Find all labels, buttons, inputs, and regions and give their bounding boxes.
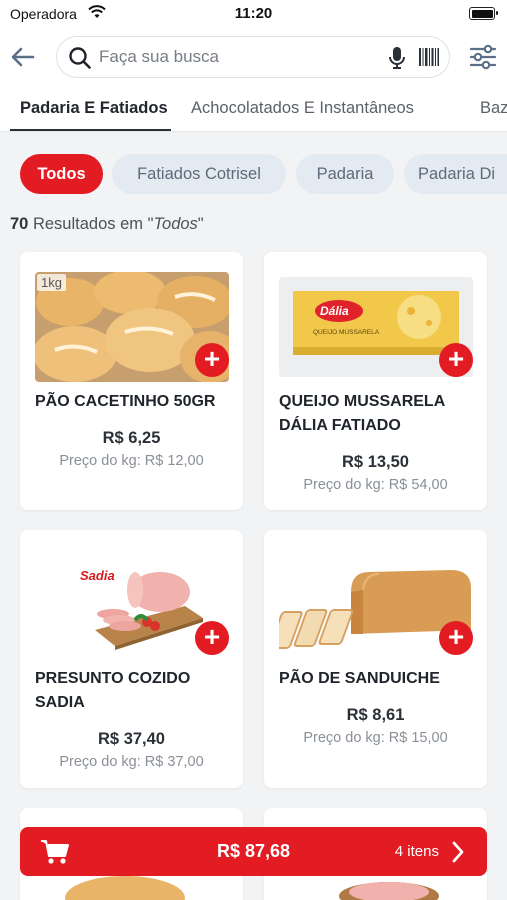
status-bar: Operadora 11:20 <box>0 0 507 28</box>
chip-fatiados-cotrisel[interactable]: Fatiados Cotrisel <box>112 154 286 194</box>
add-to-cart-button[interactable]: + <box>195 343 229 377</box>
product-name: PÃO CACETINHO 50GR <box>35 393 216 410</box>
product-kg-price: Preço do kg: R$ 54,00 <box>303 477 448 493</box>
product-price: R$ 13,50 <box>342 453 409 471</box>
cart-summary-button[interactable]: R$ 87,68 4 itens <box>20 827 487 876</box>
product-brand-label: Sadia <box>80 568 115 583</box>
product-card[interactable]: + PÃO DE SANDUICHE R$ 8,61 Preço do kg: … <box>264 530 487 788</box>
chip-padaria[interactable]: Padaria <box>296 154 394 194</box>
filter-chips: Todos Fatiados Cotrisel Padaria Padaria … <box>0 154 507 194</box>
product-subtext-label: QUEIJO MUSSARELA <box>313 329 380 336</box>
add-to-cart-button[interactable]: + <box>439 621 473 655</box>
results-filter: Todos <box>153 215 198 233</box>
product-card[interactable]: Dália QUEIJO MUSSARELA + QUEIJO MUSSAREL… <box>264 252 487 510</box>
product-name: QUEIJO MUSSARELA DÁLIA FATIADO <box>279 393 445 434</box>
search-icon <box>68 46 92 75</box>
product-price: R$ 8,61 <box>346 706 405 724</box>
results-close-quote: " <box>197 215 204 233</box>
search-bar[interactable] <box>56 36 450 78</box>
chevron-right-icon <box>451 840 465 869</box>
battery-icon <box>469 7 498 20</box>
back-arrow-icon <box>11 47 35 67</box>
add-to-cart-button[interactable]: + <box>439 343 473 377</box>
filter-button[interactable] <box>468 42 498 72</box>
product-card[interactable]: 1kg + PÃO CACETINHO 50GR R$ 6,25 Preço d… <box>20 252 243 510</box>
product-kg-price: Preço do kg: R$ 15,00 <box>303 730 448 746</box>
tab-achocolatados[interactable]: Achocolatados E Instantâneos <box>191 99 414 118</box>
product-price: R$ 6,25 <box>102 429 161 447</box>
product-name: PRESUNTO COZIDO SADIA <box>35 670 191 711</box>
chip-todos[interactable]: Todos <box>20 154 103 194</box>
tab-bazar[interactable]: Baz <box>480 99 507 118</box>
active-tab-indicator <box>10 129 171 131</box>
results-summary: 70 Resultados em "Todos" <box>10 215 204 234</box>
status-time: 11:20 <box>234 5 273 22</box>
back-button[interactable] <box>8 42 38 72</box>
product-price: R$ 37,40 <box>98 730 165 748</box>
product-kg-price: Preço do kg: R$ 12,00 <box>59 453 204 469</box>
results-count: 70 <box>10 215 29 233</box>
product-kg-price: Preço do kg: R$ 37,00 <box>59 754 204 770</box>
search-input[interactable] <box>99 42 369 72</box>
product-brand-label: Dália <box>320 304 349 318</box>
cart-item-count: 4 itens <box>394 843 439 860</box>
category-tabs: Padaria E Fatiados Achocolatados E Insta… <box>0 86 507 132</box>
chip-padaria-di[interactable]: Padaria Di <box>404 154 507 194</box>
product-card[interactable]: Sadia + PRESUNTO COZIDO SADIA R$ 37,40 P… <box>20 530 243 788</box>
search-header <box>0 28 507 86</box>
barcode-icon[interactable] <box>418 46 440 73</box>
product-name: PÃO DE SANDUICHE <box>279 670 440 687</box>
add-to-cart-button[interactable]: + <box>195 621 229 655</box>
weight-badge: 1kg <box>37 274 66 291</box>
filter-sliders-icon <box>469 44 497 70</box>
results-text: Resultados em " <box>28 215 154 233</box>
tab-padaria-e-fatiados[interactable]: Padaria E Fatiados <box>20 99 168 118</box>
microphone-icon[interactable] <box>388 46 406 75</box>
